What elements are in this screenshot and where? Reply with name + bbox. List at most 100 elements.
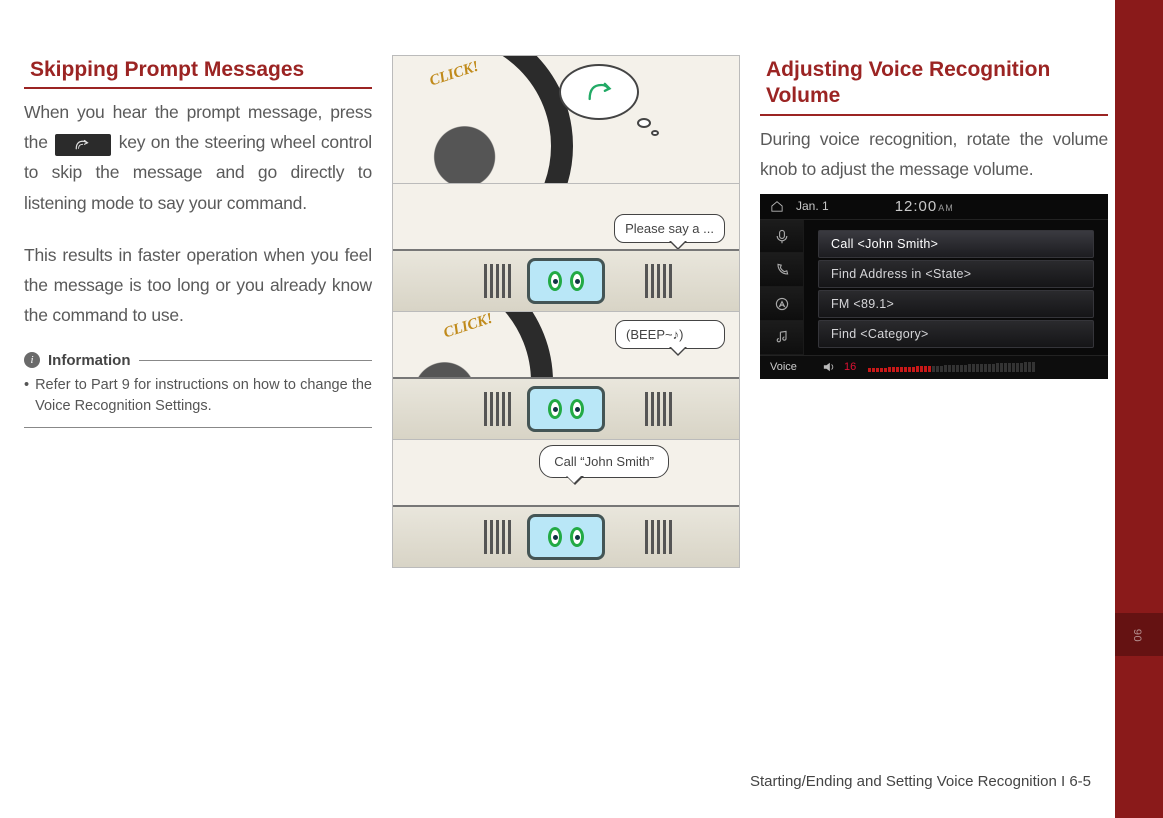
vent-icon bbox=[484, 392, 487, 426]
speech-text: (BEEP~♪) bbox=[626, 327, 683, 342]
status-bar: Jan. 1 12:00AM bbox=[760, 194, 1108, 220]
volume-tick bbox=[952, 365, 955, 372]
vent-icon bbox=[645, 520, 648, 554]
volume-tick bbox=[1004, 363, 1007, 372]
home-icon bbox=[770, 200, 784, 212]
volume-tick bbox=[972, 364, 975, 372]
information-header: i Information bbox=[24, 352, 372, 369]
right-column: Adjusting Voice Recognition Volume Durin… bbox=[760, 55, 1108, 818]
command-list-item[interactable]: Call <John Smith> bbox=[818, 230, 1094, 258]
volume-tick bbox=[916, 366, 919, 372]
speech-bubble: Please say a ... bbox=[614, 214, 725, 243]
command-list: Call <John Smith>Find Address in <State>… bbox=[804, 226, 1102, 355]
info-icon: i bbox=[24, 352, 40, 368]
volume-tick bbox=[1020, 363, 1023, 373]
face-screen-illustration bbox=[527, 386, 605, 432]
volume-tick bbox=[884, 368, 887, 373]
volume-label: Voice bbox=[770, 361, 814, 373]
volume-tick bbox=[964, 365, 967, 373]
volume-tick bbox=[988, 364, 991, 373]
command-list-item[interactable]: Find <Category> bbox=[818, 320, 1094, 348]
information-bullet: • Refer to Part 9 for instructions on ho… bbox=[24, 375, 372, 428]
heading-skipping-prompt: Skipping Prompt Messages bbox=[24, 55, 372, 89]
infotainment-screenshot: Jan. 1 12:00AM Call <John Smith>Find Add… bbox=[760, 194, 1108, 379]
divider bbox=[139, 360, 373, 361]
volume-tick bbox=[900, 367, 903, 372]
bubble-trail bbox=[651, 130, 659, 136]
volume-tick bbox=[1012, 363, 1015, 372]
dashboard-illustration bbox=[393, 377, 739, 439]
dashboard-illustration bbox=[393, 249, 739, 311]
vent-icon bbox=[484, 264, 487, 298]
volume-tick bbox=[924, 366, 927, 372]
volume-tick bbox=[992, 364, 995, 373]
volume-tick bbox=[1024, 362, 1027, 372]
face-screen-illustration bbox=[527, 514, 605, 560]
volume-tick bbox=[872, 368, 875, 372]
volume-tick bbox=[936, 366, 939, 373]
left-column: Skipping Prompt Messages When you hear t… bbox=[24, 55, 372, 818]
volume-value: 16 bbox=[844, 361, 856, 373]
volume-tick bbox=[1016, 363, 1019, 373]
volume-tick bbox=[868, 368, 871, 372]
volume-tick bbox=[996, 363, 999, 372]
volume-tick bbox=[888, 367, 891, 372]
tab-media[interactable] bbox=[760, 321, 804, 355]
phone-icon bbox=[774, 262, 790, 278]
volume-tick bbox=[1032, 362, 1035, 372]
volume-tick bbox=[932, 366, 935, 372]
volume-tick bbox=[1008, 363, 1011, 372]
command-list-item[interactable]: Find Address in <State> bbox=[818, 260, 1094, 288]
body-text-block: When you hear the prompt message, press … bbox=[24, 97, 372, 330]
command-list-item[interactable]: FM <89.1> bbox=[818, 290, 1094, 318]
voice-key-icon bbox=[55, 134, 111, 156]
paragraph: This results in faster operation when yo… bbox=[24, 240, 372, 330]
vent-icon bbox=[645, 264, 648, 298]
middle-column: CLICK! Please say a ... bbox=[392, 55, 740, 818]
volume-tick bbox=[940, 366, 943, 373]
steering-wheel-illustration bbox=[393, 56, 573, 184]
volume-tick bbox=[984, 364, 987, 372]
face-screen-illustration bbox=[527, 258, 605, 304]
bullet-dot: • bbox=[24, 375, 29, 417]
speaker-icon bbox=[822, 361, 836, 373]
information-label: Information bbox=[48, 352, 131, 369]
volume-tick bbox=[876, 368, 879, 372]
time-ampm: AM bbox=[938, 203, 954, 213]
tab-voice[interactable] bbox=[760, 220, 804, 254]
section-number-chip: 06 bbox=[1115, 613, 1163, 656]
mic-icon bbox=[774, 228, 790, 244]
volume-tick bbox=[880, 368, 883, 372]
speech-text: Call “John Smith” bbox=[554, 454, 654, 469]
comic-panel-3: CLICK! (BEEP~♪) bbox=[393, 312, 739, 440]
music-note-icon bbox=[774, 329, 790, 345]
volume-tick bbox=[968, 364, 971, 372]
volume-tick bbox=[912, 367, 915, 373]
heading-adjusting-volume: Adjusting Voice Recognition Volume bbox=[760, 55, 1108, 116]
section-number: 06 bbox=[1133, 628, 1145, 641]
comic-strip: CLICK! Please say a ... bbox=[392, 55, 740, 568]
comic-panel-2: Please say a ... bbox=[393, 184, 739, 312]
status-time: 12:00AM bbox=[895, 198, 954, 215]
paragraph: When you hear the prompt message, press … bbox=[24, 97, 372, 217]
volume-tick bbox=[908, 367, 911, 373]
section-tab-strip bbox=[1115, 0, 1163, 818]
tab-phone[interactable] bbox=[760, 253, 804, 287]
tab-nav[interactable] bbox=[760, 287, 804, 321]
volume-tick bbox=[928, 366, 931, 372]
volume-tick bbox=[980, 364, 983, 372]
volume-tick bbox=[948, 365, 951, 372]
volume-tick bbox=[1000, 363, 1003, 372]
page: Skipping Prompt Messages When you hear t… bbox=[0, 0, 1115, 818]
volume-tick bbox=[956, 365, 959, 372]
speech-bubble: Call “John Smith” bbox=[539, 445, 669, 478]
comic-panel-1: CLICK! bbox=[393, 56, 739, 184]
volume-tick bbox=[960, 365, 963, 372]
volume-tick bbox=[904, 367, 907, 372]
speech-text: Please say a ... bbox=[625, 221, 714, 236]
speech-bubble: (BEEP~♪) bbox=[615, 320, 725, 349]
information-text: Refer to Part 9 for instructions on how … bbox=[35, 375, 372, 417]
status-date: Jan. 1 bbox=[796, 199, 829, 213]
comic-panel-4: Call “John Smith” bbox=[393, 440, 739, 567]
dashboard-illustration bbox=[393, 505, 739, 567]
